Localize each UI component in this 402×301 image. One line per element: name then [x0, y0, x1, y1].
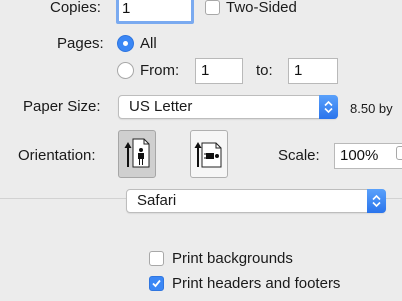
- scale-label: Scale:: [278, 147, 320, 164]
- popup-arrows-icon: [319, 95, 338, 119]
- orientation-portrait-button[interactable]: [118, 130, 156, 178]
- two-sided-checkbox[interactable]: [205, 0, 220, 15]
- pages-all-radio[interactable]: [117, 35, 134, 52]
- pages-from-label: From:: [140, 62, 180, 79]
- print-headers-footers-label: Print headers and footers: [172, 275, 341, 292]
- two-sided-label: Two-Sided: [226, 0, 297, 16]
- pages-from-radio[interactable]: [117, 62, 134, 79]
- paper-size-value: US Letter: [129, 98, 193, 115]
- landscape-icon: [194, 142, 222, 168]
- print-section-popup[interactable]: Safari: [126, 189, 386, 213]
- pages-label: Pages:: [57, 35, 104, 52]
- portrait-icon: [124, 138, 150, 168]
- pages-from-field[interactable]: 1: [195, 58, 243, 84]
- paper-size-label: Paper Size:: [23, 98, 101, 115]
- pages-to-field[interactable]: 1: [288, 58, 338, 84]
- print-backgrounds-checkbox[interactable]: [149, 251, 164, 266]
- scale-stepper[interactable]: [396, 146, 402, 160]
- pages-all-label: All: [140, 35, 157, 52]
- orientation-label: Orientation:: [18, 147, 96, 164]
- popup-arrows-icon: [367, 189, 386, 213]
- copies-field[interactable]: 1: [116, 0, 194, 24]
- scale-field[interactable]: 100%: [334, 143, 402, 169]
- print-backgrounds-label: Print backgrounds: [172, 250, 293, 267]
- print-section-value: Safari: [137, 192, 177, 209]
- copies-label: Copies:: [50, 0, 101, 16]
- paper-size-popup[interactable]: US Letter: [118, 95, 338, 119]
- pages-to-label: to:: [256, 62, 273, 79]
- print-headers-footers-checkbox[interactable]: [149, 276, 164, 291]
- orientation-landscape-button[interactable]: [190, 130, 228, 178]
- checkmark-icon: [152, 279, 161, 288]
- paper-dimension-text: 8.50 by: [350, 101, 393, 116]
